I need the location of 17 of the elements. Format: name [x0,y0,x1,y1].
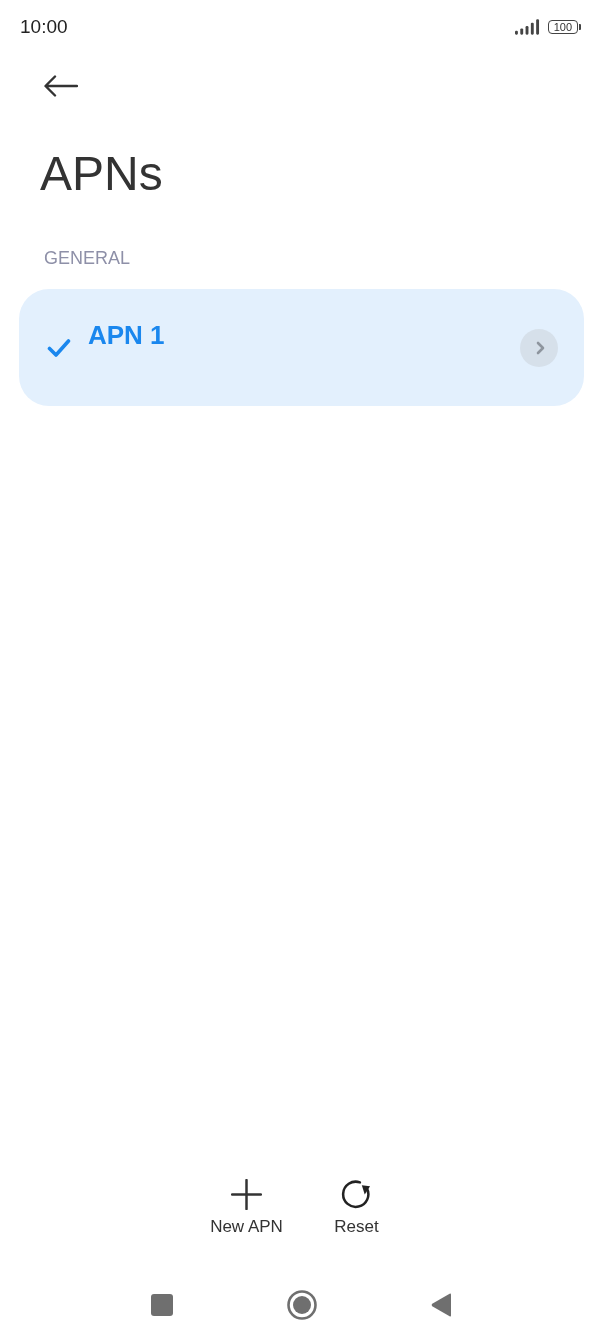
triangle-back-icon [431,1293,452,1317]
new-apn-button[interactable]: New APN [201,1179,292,1238]
chevron-right-icon [535,340,545,355]
back-arrow-icon [44,75,78,97]
apn-name: APN 1 [88,319,165,350]
home-circle-icon [286,1290,317,1320]
square-icon [150,1294,173,1316]
details-button[interactable] [520,328,558,367]
section-header: GENERAL [44,247,132,269]
checkmark-icon [47,337,71,358]
reset-button[interactable]: Reset [311,1179,402,1238]
page-title: APNs [40,146,164,202]
battery-level-text: 100 [547,20,578,34]
signal-icon [514,19,540,35]
status-time: 10:00 [20,16,68,38]
refresh-icon [341,1179,372,1210]
plus-icon [231,1179,262,1210]
